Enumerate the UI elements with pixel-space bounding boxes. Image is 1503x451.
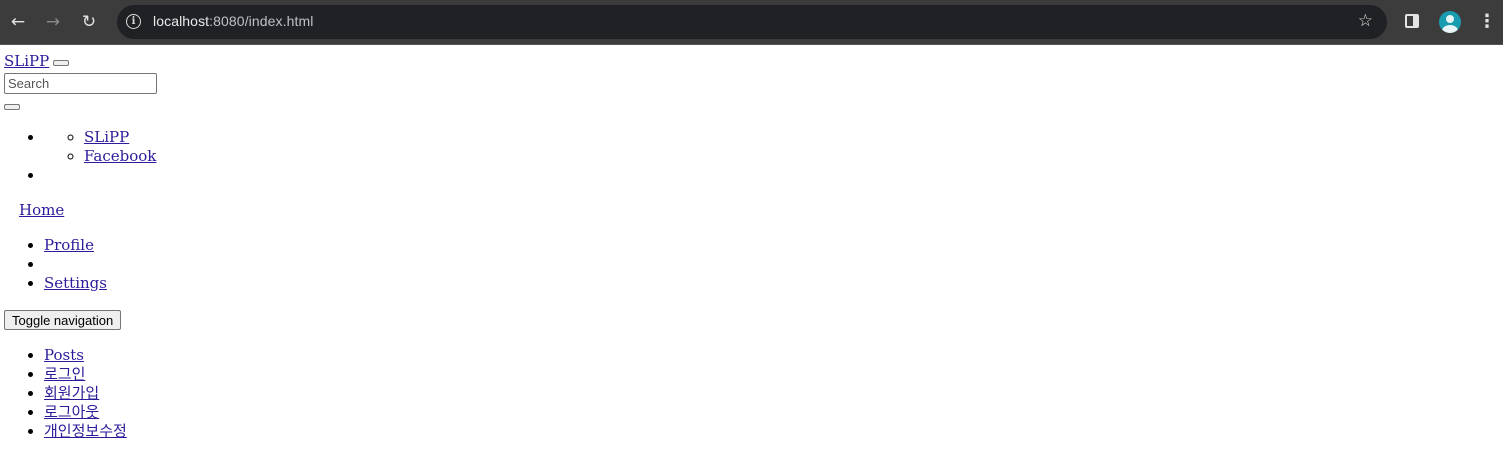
dropdown-link-slipp[interactable]: SLiPP [84,128,129,146]
list-item: Settings [44,274,107,293]
list-item: 로그아웃 [44,403,127,422]
address-bar[interactable]: i localhost:8080/index.html ☆ [117,5,1387,39]
url-text[interactable]: localhost:8080/index.html [153,13,314,29]
menu-icon[interactable]: ⋮ [1478,12,1496,32]
forward-icon[interactable]: → [42,11,64,33]
browser-toolbar: ← → ↻ i localhost:8080/index.html ☆ ⋮ [0,0,1503,45]
search-button[interactable] [4,104,20,110]
nav-link-login[interactable]: 로그인 [44,365,85,383]
reload-icon[interactable]: ↻ [78,11,100,33]
search-input[interactable] [4,73,157,94]
side-panel-icon[interactable] [1405,14,1419,28]
toggle-navigation-button[interactable]: Toggle navigation [4,310,122,330]
navbar-header: SLiPP [4,52,70,70]
back-icon[interactable]: ← [7,11,29,33]
list-item: SLiPP [84,128,156,147]
list-item: Posts [44,346,127,365]
list-item: SLiPP Facebook [44,128,156,166]
main-nav-list: Posts 로그인 회원가입 로그아웃 개인정보수정 [44,346,127,441]
navbar-right-list: SLiPP Facebook [44,128,156,185]
profile-avatar[interactable] [1439,11,1461,33]
dropdown-link-facebook[interactable]: Facebook [84,147,156,165]
user-menu-list: Profile Settings [44,236,107,293]
brand-link[interactable]: SLiPP [4,52,49,70]
nav-link-logout[interactable]: 로그아웃 [44,403,99,421]
list-item: 개인정보수정 [44,422,127,441]
navbar-collapse-button[interactable] [53,60,70,66]
list-item: 로그인 [44,365,127,384]
list-item: Facebook [84,147,156,166]
home-link[interactable]: Home [19,201,64,219]
star-icon[interactable]: ☆ [1358,11,1373,31]
nav-link-signup[interactable]: 회원가입 [44,384,99,402]
info-icon[interactable]: i [126,14,141,29]
list-item: Profile [44,236,107,255]
nav-link-posts[interactable]: Posts [44,346,84,364]
list-item-divider [44,255,107,274]
nav-link-edit-profile[interactable]: 개인정보수정 [44,422,127,440]
profile-link[interactable]: Profile [44,236,94,254]
dropdown-menu: SLiPP Facebook [84,128,156,166]
list-item: 회원가입 [44,384,127,403]
settings-link[interactable]: Settings [44,274,107,292]
list-item-empty [44,166,156,185]
